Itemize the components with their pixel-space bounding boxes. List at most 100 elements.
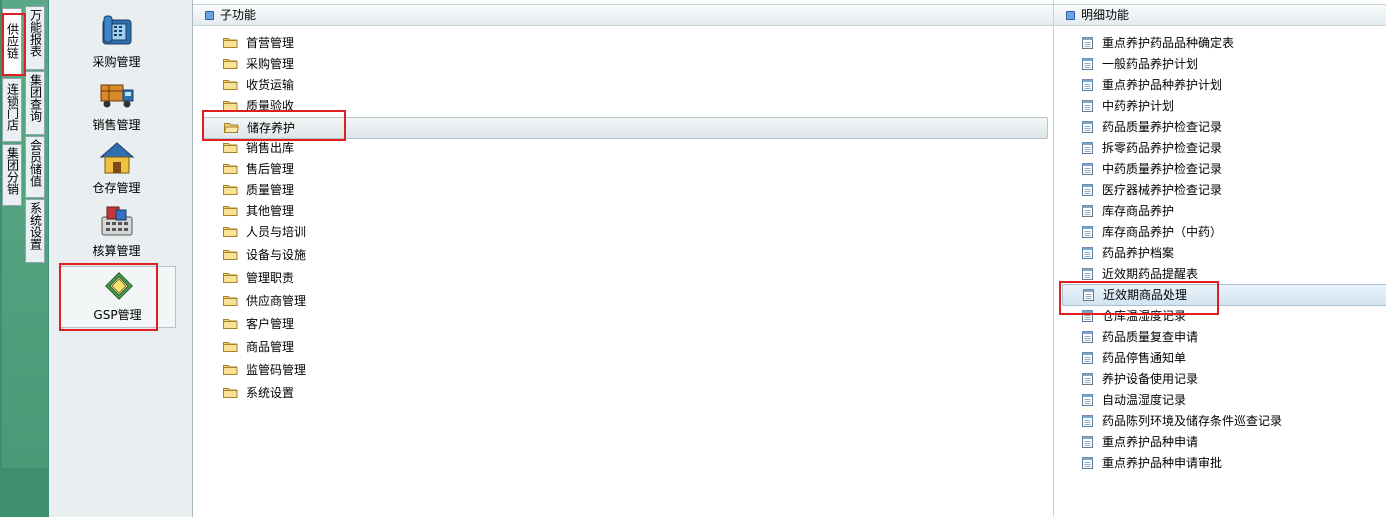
sub-function-item[interactable]: 监管码管理 — [223, 360, 306, 380]
detail-function-item-label: 医疗器械养护检查记录 — [1102, 183, 1223, 197]
sub-function-item[interactable]: 售后管理 — [223, 159, 294, 179]
sub-function-item-label: 质量管理 — [246, 183, 295, 197]
document-icon — [1082, 247, 1093, 259]
sub-function-item-label: 采购管理 — [246, 57, 295, 71]
detail-function-header-title: 明细功能 — [1081, 8, 1130, 22]
sub-function-item[interactable]: 销售出库 — [223, 138, 294, 158]
sub-function-item-label: 客户管理 — [246, 317, 295, 331]
document-icon — [1082, 163, 1093, 175]
folder-icon — [223, 59, 238, 69]
document-icon — [1082, 310, 1093, 322]
sub-function-item-label: 其他管理 — [246, 204, 295, 218]
detail-function-item[interactable]: 仓库温湿度记录 — [1082, 306, 1186, 326]
detail-function-item[interactable]: 药品陈列环境及储存条件巡查记录 — [1082, 411, 1282, 431]
sub-function-item[interactable]: 供应商管理 — [223, 291, 306, 311]
detail-function-item-label: 养护设备使用记录 — [1102, 372, 1199, 386]
detail-function-item[interactable]: 药品质量养护检查记录 — [1082, 117, 1222, 137]
detail-function-item[interactable]: 中药养护计划 — [1082, 96, 1174, 116]
module-warehouse-label: 仓存管理 — [92, 181, 141, 195]
document-icon — [1082, 394, 1093, 406]
sub-function-item[interactable]: 人员与培训 — [223, 222, 306, 242]
detail-function-item[interactable]: 近效期商品处理 — [1062, 284, 1386, 306]
detail-function-item-label: 重点养护品种养护计划 — [1102, 78, 1223, 92]
module-accounting[interactable]: 核算管理 — [59, 201, 174, 259]
folder-open-icon — [224, 123, 239, 133]
detail-function-item[interactable]: 重点养护品种申请审批 — [1082, 453, 1222, 473]
vtab-group-distribution-label: 集团分销 — [5, 147, 20, 195]
document-icon — [1082, 226, 1093, 238]
sub-function-item[interactable]: 首营管理 — [223, 33, 294, 53]
folder-icon — [223, 319, 238, 329]
sub-function-item[interactable]: 管理职责 — [223, 268, 294, 288]
detail-function-item[interactable]: 中药质量养护检查记录 — [1082, 159, 1222, 179]
sub-function-item-label: 系统设置 — [246, 386, 295, 400]
sub-function-item[interactable]: 质量管理 — [223, 180, 294, 200]
folder-icon — [223, 273, 238, 283]
detail-function-item-label: 药品质量复查申请 — [1102, 330, 1199, 344]
document-icon — [1083, 289, 1094, 301]
panel-bullet-icon — [1066, 11, 1075, 20]
detail-function-item[interactable]: 药品停售通知单 — [1082, 348, 1186, 368]
sub-function-item-label: 人员与培训 — [246, 225, 307, 239]
phone-icon — [102, 15, 132, 45]
folder-icon — [223, 296, 238, 306]
detail-function-item-label: 库存商品养护（中药） — [1102, 225, 1223, 239]
module-purchase[interactable]: 采购管理 — [59, 12, 174, 70]
detail-function-item[interactable]: 库存商品养护（中药） — [1082, 222, 1222, 242]
module-panel: 采购管理 销售管理 仓存管理 核算管理 GSP管理 — [49, 0, 193, 517]
detail-function-item[interactable]: 一般药品养护计划 — [1082, 54, 1198, 74]
document-icon — [1082, 79, 1093, 91]
folder-icon — [223, 365, 238, 375]
detail-function-item[interactable]: 重点养护药品品种确定表 — [1082, 33, 1234, 53]
detail-function-item[interactable]: 药品养护档案 — [1082, 243, 1174, 263]
detail-function-item[interactable]: 拆零药品养护检查记录 — [1082, 138, 1222, 158]
detail-function-item-label: 仓库温湿度记录 — [1102, 309, 1187, 323]
detail-function-item[interactable]: 养护设备使用记录 — [1082, 369, 1198, 389]
sub-function-item[interactable]: 其他管理 — [223, 201, 294, 221]
document-icon — [1082, 352, 1093, 364]
sub-function-item-label: 收货运输 — [246, 78, 295, 92]
sub-function-item[interactable]: 客户管理 — [223, 314, 294, 334]
folder-icon — [223, 101, 238, 111]
sub-function-item[interactable]: 储存养护 — [203, 117, 1048, 139]
folder-icon — [223, 164, 238, 174]
vtab-universal-report[interactable]: 万能报表 — [25, 6, 45, 70]
document-icon — [1082, 457, 1093, 469]
document-icon — [1082, 121, 1093, 133]
detail-function-item[interactable]: 医疗器械养护检查记录 — [1082, 180, 1222, 200]
detail-function-panel: 明细功能 重点养护药品品种确定表一般药品养护计划重点养护品种养护计划中药养护计划… — [1054, 0, 1386, 517]
document-icon — [1082, 268, 1093, 280]
module-sales[interactable]: 销售管理 — [59, 75, 174, 133]
module-sales-label: 销售管理 — [92, 118, 141, 132]
vtab-member-stored-value[interactable]: 会员储值 — [25, 136, 45, 198]
module-purchase-label: 采购管理 — [92, 55, 141, 69]
sub-function-item-label: 储存养护 — [247, 121, 296, 135]
detail-function-item[interactable]: 近效期药品提醒表 — [1082, 264, 1198, 284]
detail-function-item[interactable]: 库存商品养护 — [1082, 201, 1174, 221]
sub-function-item[interactable]: 系统设置 — [223, 383, 294, 403]
detail-function-item-label: 重点养护药品品种确定表 — [1102, 36, 1235, 50]
sub-function-header: 子功能 — [193, 4, 1053, 26]
module-gsp[interactable]: GSP管理 — [59, 266, 176, 328]
sub-function-item[interactable]: 商品管理 — [223, 337, 294, 357]
sub-function-item[interactable]: 采购管理 — [223, 54, 294, 74]
vtab-chain-store[interactable]: 连锁门店 — [2, 78, 22, 142]
detail-function-item[interactable]: 重点养护品种养护计划 — [1082, 75, 1222, 95]
sub-function-item[interactable]: 收货运输 — [223, 75, 294, 95]
detail-function-item[interactable]: 重点养护品种申请 — [1082, 432, 1198, 452]
vtab-supply-chain-label: 供应链 — [5, 23, 20, 59]
module-warehouse[interactable]: 仓存管理 — [59, 138, 174, 196]
detail-function-item[interactable]: 自动温湿度记录 — [1082, 390, 1186, 410]
folder-icon — [223, 80, 238, 90]
vtab-system-settings[interactable]: 系统设置 — [25, 199, 45, 263]
sub-function-header-title: 子功能 — [220, 8, 257, 22]
vtab-supply-chain[interactable]: 供应链 — [2, 8, 22, 76]
vtab-group-distribution[interactable]: 集团分销 — [2, 144, 22, 206]
calculator-icon — [101, 206, 133, 236]
sub-function-item[interactable]: 设备与设施 — [223, 245, 306, 265]
detail-function-item[interactable]: 药品质量复查申请 — [1082, 327, 1198, 347]
module-accounting-label: 核算管理 — [92, 244, 141, 258]
vtab-group-query[interactable]: 集团查询 — [25, 71, 45, 135]
sub-function-item[interactable]: 质量验收 — [223, 96, 294, 116]
vtab-member-stored-value-label: 会员储值 — [28, 139, 43, 187]
